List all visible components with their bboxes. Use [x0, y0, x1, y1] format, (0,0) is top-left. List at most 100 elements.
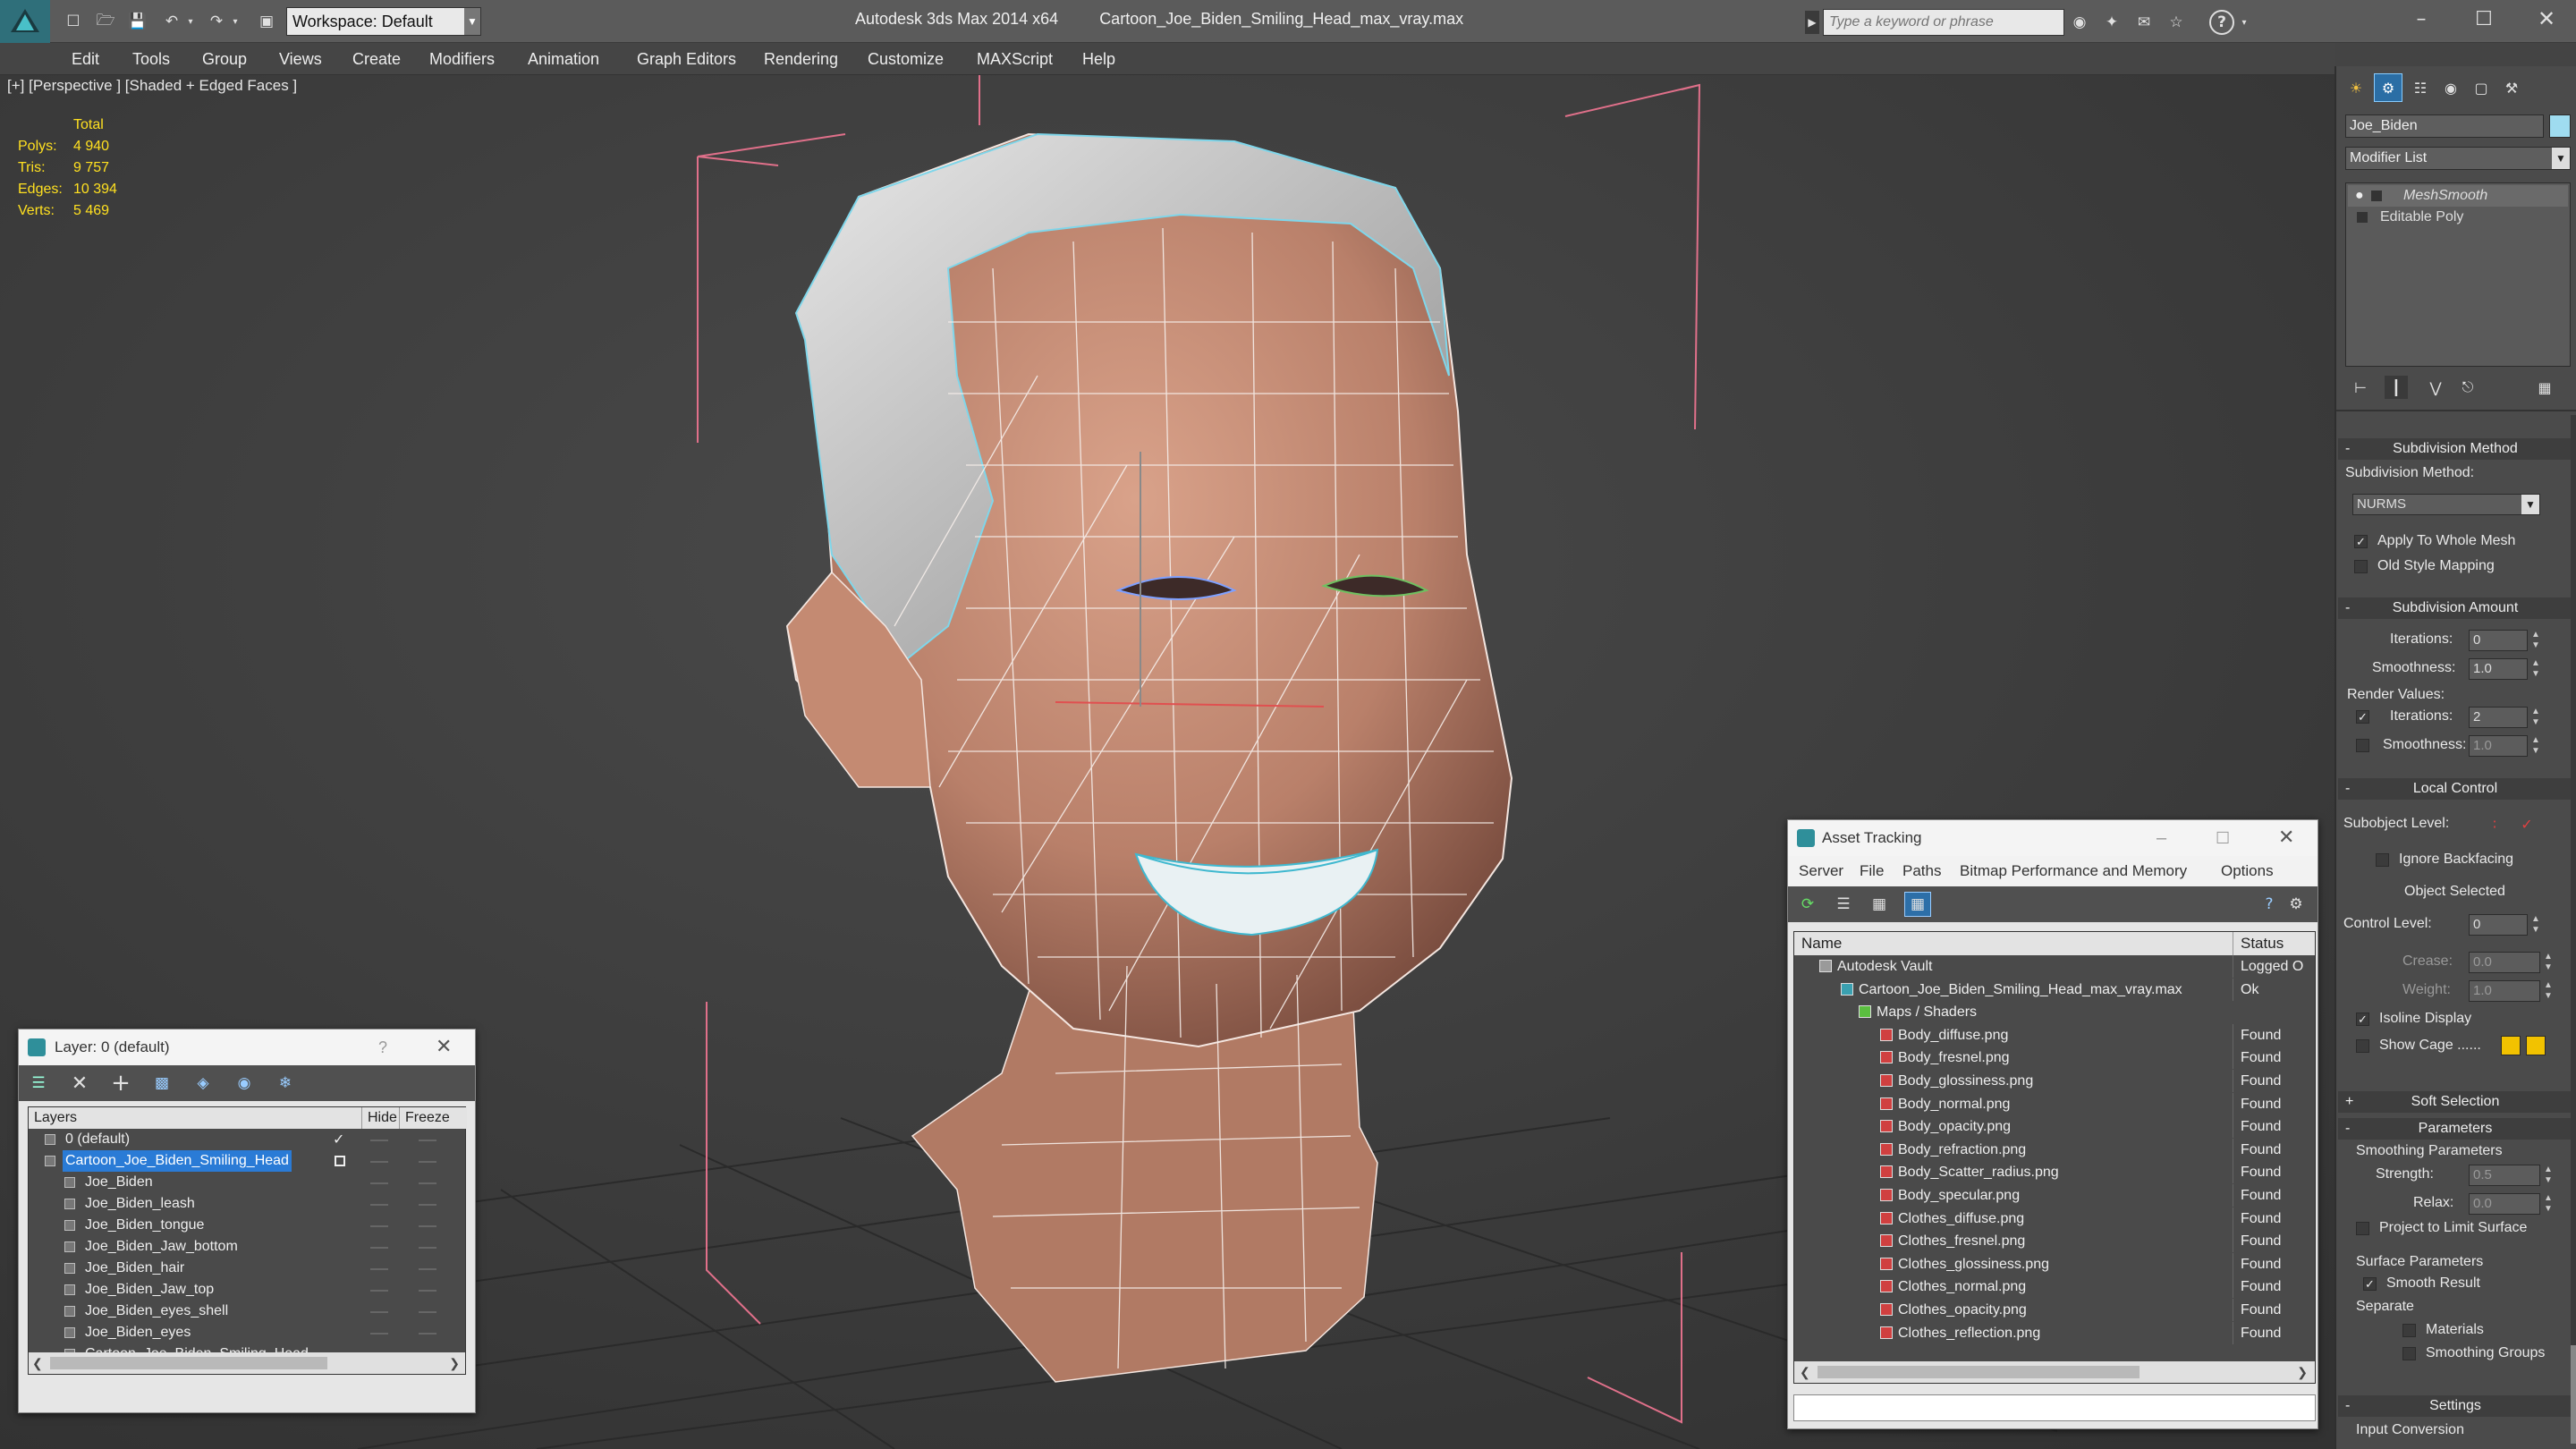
help-icon[interactable]: ?: [2258, 894, 2280, 915]
layer-row[interactable]: 0 (default) ✓: [29, 1129, 467, 1150]
vault-settings-icon[interactable]: ⚙: [2285, 894, 2307, 915]
layer-row[interactable]: Joe_Biden_eyes_shell: [29, 1301, 467, 1322]
asset-row[interactable]: Body_normal.png Found: [1794, 1092, 2315, 1115]
smooth-result-checkbox[interactable]: ✓: [2363, 1277, 2377, 1291]
new-file-icon[interactable]: ☐: [63, 11, 84, 32]
object-name-field[interactable]: [2345, 114, 2544, 138]
close-icon[interactable]: ✕: [436, 1030, 452, 1065]
maximize-icon[interactable]: ☐: [2216, 820, 2230, 856]
remove-modifier-icon[interactable]: ⎋: [2456, 376, 2479, 399]
asset-path-field[interactable]: [1793, 1394, 2316, 1421]
close-icon[interactable]: ✕: [2278, 820, 2294, 856]
layer-row[interactable]: Joe_Biden_eyes: [29, 1322, 467, 1343]
menu-rendering[interactable]: Rendering: [764, 43, 838, 75]
minimize-icon[interactable]: –: [2157, 820, 2166, 856]
asset-row[interactable]: Body_opacity.png Found: [1794, 1115, 2315, 1139]
delete-layer-icon[interactable]: ✕: [69, 1072, 90, 1095]
undo-icon[interactable]: ↶: [161, 11, 182, 32]
weight-spinner[interactable]: ▲ ▼: [2542, 980, 2555, 1002]
scroll-right-icon[interactable]: ❯: [449, 1352, 460, 1374]
asset-row[interactable]: Maps / Shaders: [1794, 1001, 2315, 1023]
iterations-field[interactable]: 0: [2469, 630, 2528, 651]
expand-icon[interactable]: [2357, 212, 2368, 223]
layer-row[interactable]: Joe_Biden_tongue: [29, 1215, 467, 1236]
app-logo-icon[interactable]: [0, 0, 50, 43]
cage-selected-color-swatch[interactable]: [2526, 1036, 2546, 1055]
scroll-thumb[interactable]: [50, 1357, 327, 1369]
layer-freeze-toggle[interactable]: [419, 1311, 436, 1313]
column-freeze[interactable]: Freeze: [399, 1107, 450, 1129]
panel-scroll-thumb[interactable]: [2571, 1345, 2576, 1444]
control-level-spinner[interactable]: ▲ ▼: [2529, 914, 2542, 936]
asset-row[interactable]: Autodesk Vault Logged O: [1794, 955, 2315, 978]
menu-animation[interactable]: Animation: [528, 43, 599, 75]
render-iterations-field[interactable]: 2: [2469, 707, 2528, 728]
ignore-backfacing-checkbox[interactable]: [2376, 853, 2389, 867]
layer-row[interactable]: Joe_Biden_leash: [29, 1193, 467, 1215]
pin-stack-icon[interactable]: ⊢: [2349, 376, 2372, 399]
layer-row[interactable]: Joe_Biden_Jaw_top: [29, 1279, 467, 1301]
make-unique-icon[interactable]: ⋁: [2424, 376, 2447, 399]
layer-hide-toggle[interactable]: [370, 1161, 388, 1163]
menu-maxscript[interactable]: MAXScript: [977, 43, 1053, 75]
smoothness-spinner[interactable]: ▲ ▼: [2529, 658, 2542, 680]
layer-hide-toggle[interactable]: [370, 1247, 388, 1249]
lightbulb-icon[interactable]: ●: [2355, 185, 2364, 207]
crease-spinner[interactable]: ▲ ▼: [2542, 952, 2555, 973]
save-icon[interactable]: 💾: [127, 11, 148, 32]
active-layer-check-icon[interactable]: ✓: [333, 1129, 344, 1150]
make-current-icon[interactable]: [335, 1156, 345, 1166]
modify-tab-icon[interactable]: ⚙: [2374, 73, 2402, 102]
smoothness-field[interactable]: 1.0: [2469, 658, 2528, 680]
control-level-field[interactable]: 0: [2469, 914, 2528, 936]
create-tab-icon[interactable]: ☀: [2343, 75, 2368, 100]
menu-create[interactable]: Create: [352, 43, 401, 75]
scroll-right-icon[interactable]: ❯: [2297, 1361, 2308, 1383]
asset-row[interactable]: Body_specular.png Found: [1794, 1184, 2315, 1207]
menu-edit[interactable]: Edit: [72, 43, 99, 75]
asset-menu-paths[interactable]: Paths: [1902, 856, 1941, 886]
edge-level-icon[interactable]: ✓: [2515, 814, 2538, 834]
add-to-layer-icon[interactable]: +: [110, 1070, 131, 1097]
maximize-icon[interactable]: ☐: [2462, 2, 2506, 36]
asset-row[interactable]: Cartoon_Joe_Biden_Smiling_Head_max_vray.…: [1794, 978, 2315, 1001]
modifier-list-dropdown[interactable]: Modifier List ▼: [2345, 147, 2571, 170]
minimize-icon[interactable]: –: [2399, 2, 2444, 36]
layer-freeze-toggle[interactable]: [419, 1182, 436, 1184]
layer-hide-toggle[interactable]: [370, 1268, 388, 1270]
layer-freeze-toggle[interactable]: [419, 1333, 436, 1335]
layer-freeze-toggle[interactable]: [419, 1268, 436, 1270]
create-layer-icon[interactable]: ☰: [28, 1072, 49, 1094]
layer-row[interactable]: Joe_Biden_Jaw_bottom: [29, 1236, 467, 1258]
layer-freeze-toggle[interactable]: [419, 1247, 436, 1249]
binoculars-icon[interactable]: ◉: [2068, 11, 2091, 34]
layer-window-help[interactable]: ?: [378, 1030, 387, 1065]
highlight-layer-icon[interactable]: ◈: [192, 1072, 214, 1094]
column-hide[interactable]: Hide: [361, 1107, 397, 1129]
stack-item-meshsmooth[interactable]: ● MeshSmooth: [2348, 185, 2568, 207]
strength-field[interactable]: 0.5: [2469, 1165, 2540, 1186]
weight-field[interactable]: 1.0: [2469, 980, 2540, 1002]
rollout-local-control[interactable]: - Local Control: [2338, 778, 2572, 800]
show-cage-checkbox[interactable]: [2356, 1039, 2369, 1053]
layer-hide-toggle[interactable]: [370, 1311, 388, 1313]
render-iterations-spinner[interactable]: ▲ ▼: [2529, 707, 2542, 728]
asset-row[interactable]: Body_diffuse.png Found: [1794, 1023, 2315, 1046]
layer-scrollbar[interactable]: ❮ ❯: [29, 1352, 465, 1374]
layer-freeze-toggle[interactable]: [419, 1225, 436, 1227]
render-smoothness-field[interactable]: 1.0: [2469, 735, 2528, 757]
asset-row[interactable]: Body_Scatter_radius.png Found: [1794, 1161, 2315, 1184]
asset-scrollbar[interactable]: ❮ ❯: [1794, 1361, 2315, 1383]
asset-menu-file[interactable]: File: [1860, 856, 1884, 886]
relax-field[interactable]: 0.0: [2469, 1193, 2540, 1215]
asset-row[interactable]: Clothes_normal.png Found: [1794, 1275, 2315, 1299]
search-input[interactable]: [1823, 9, 2064, 36]
separate-materials-checkbox[interactable]: [2402, 1324, 2416, 1337]
layer-hide-toggle[interactable]: [370, 1225, 388, 1227]
render-smoothness-spinner[interactable]: ▲ ▼: [2529, 735, 2542, 757]
asset-window-titlebar[interactable]: Asset Tracking – ☐ ✕: [1788, 820, 2318, 856]
select-objects-icon[interactable]: ▩: [151, 1072, 173, 1094]
strength-spinner[interactable]: ▲ ▼: [2542, 1165, 2555, 1186]
column-name[interactable]: Name: [1801, 932, 1842, 955]
apply-whole-mesh-checkbox[interactable]: ✓: [2354, 535, 2368, 548]
